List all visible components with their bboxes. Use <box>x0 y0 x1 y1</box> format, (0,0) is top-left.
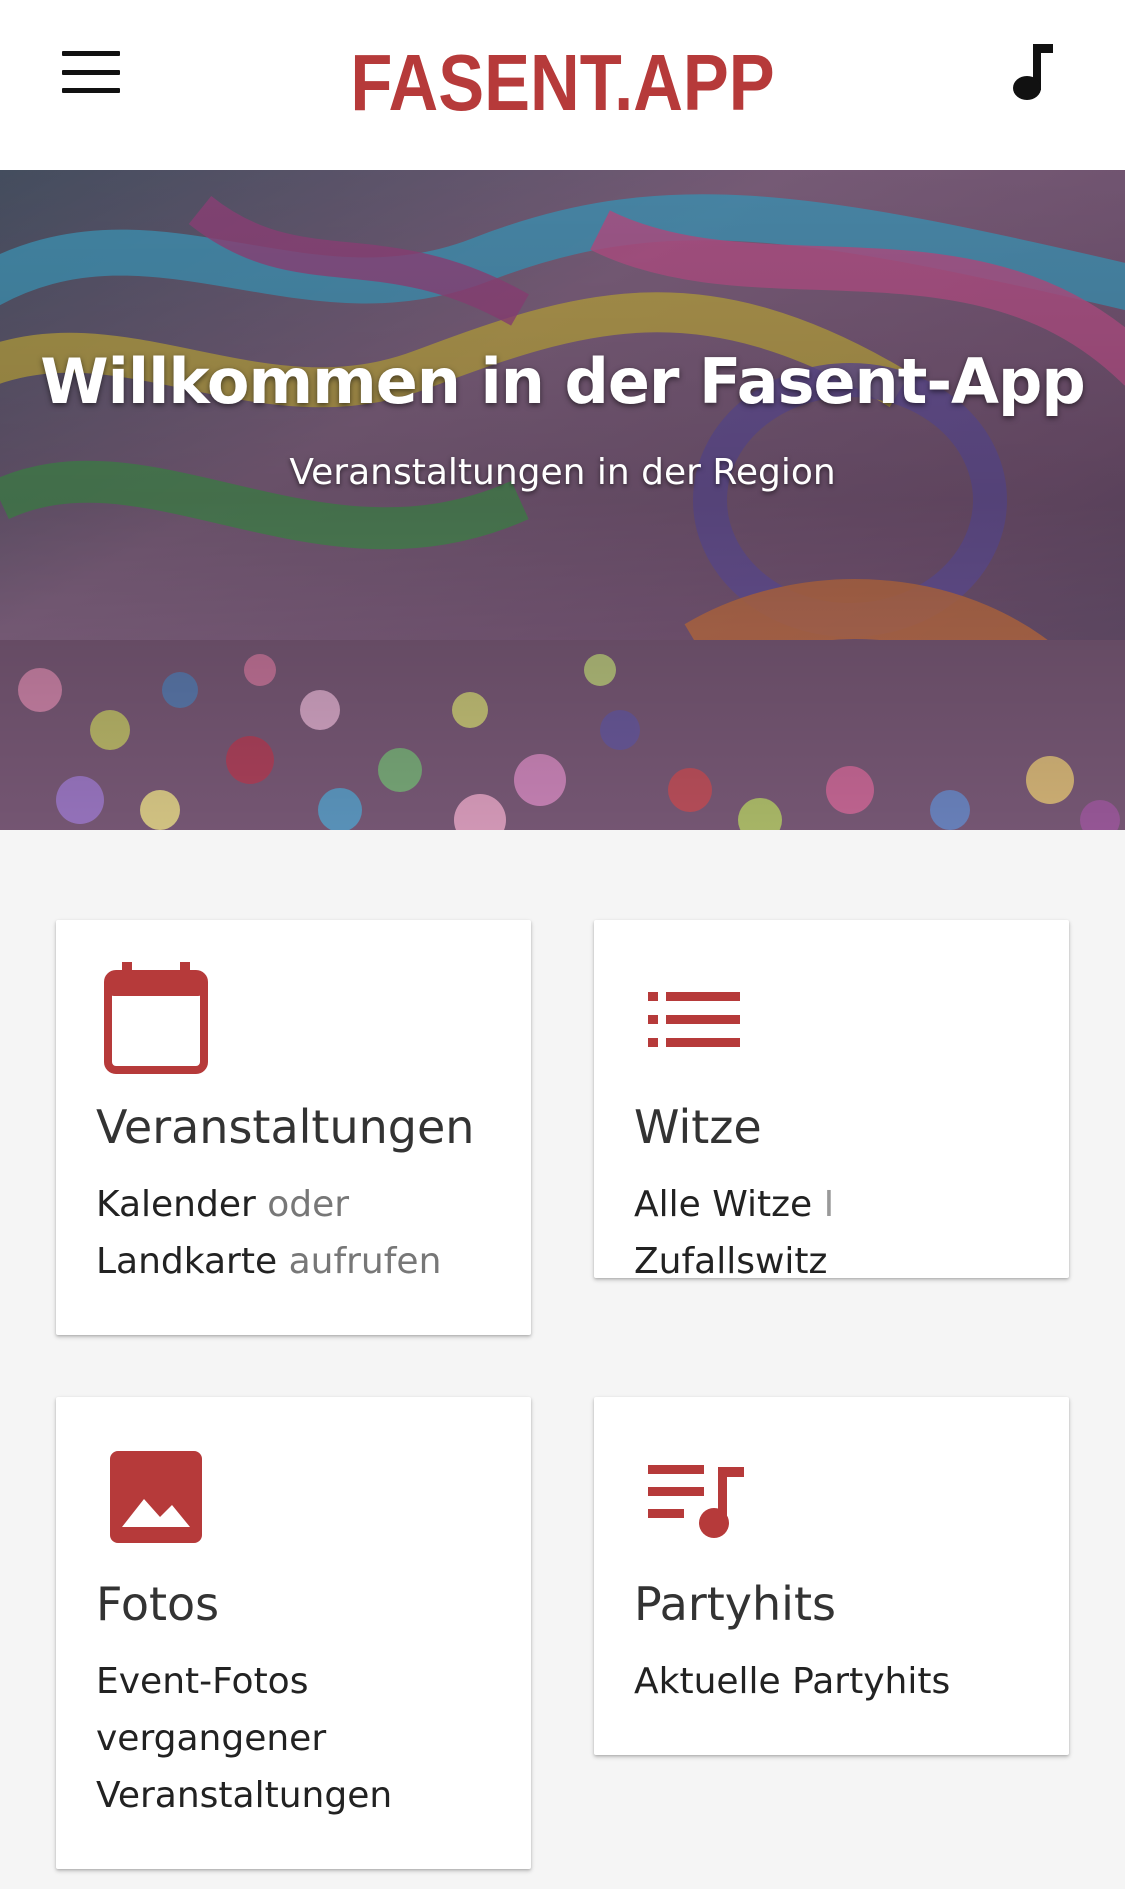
hero-subtitle: Veranstaltungen in der Region <box>289 452 836 493</box>
kalender-link[interactable]: Kalender <box>96 1184 256 1225</box>
card-text: Alle Witze I Zufallswitz <box>634 1176 1039 1290</box>
app-logo[interactable]: FASENT.APP <box>350 38 774 128</box>
music-note-icon[interactable] <box>1000 38 1066 104</box>
card-text: Event-Fotos vergangener Veranstaltungen <box>96 1661 393 1816</box>
card-text: Kalender oder Landkarte aufrufen <box>96 1176 501 1290</box>
card-text: Aktuelle Partyhits <box>634 1661 951 1702</box>
zufallswitz-link[interactable]: Zufallswitz <box>634 1241 827 1282</box>
card-title: Witze <box>634 1100 762 1154</box>
hero-title: Willkommen in der Fasent-App <box>40 345 1086 418</box>
calendar-icon <box>104 962 208 1079</box>
card-veranstaltungen[interactable]: Veranstaltungen Kalender oder Landkarte … <box>56 920 531 1335</box>
hero-background-image <box>0 170 1125 830</box>
separator: I <box>823 1184 835 1225</box>
card-title: Partyhits <box>634 1577 836 1631</box>
card-partyhits[interactable]: Partyhits Aktuelle Partyhits <box>594 1397 1069 1755</box>
playlist-music-icon <box>648 1465 748 1544</box>
hero-banner: Willkommen in der Fasent-App Veranstaltu… <box>0 170 1125 830</box>
card-title: Fotos <box>96 1577 220 1631</box>
card-witze[interactable]: Witze Alle Witze I Zufallswitz <box>594 920 1069 1282</box>
card-fotos[interactable]: Fotos Event-Fotos vergangener Veranstalt… <box>56 1397 531 1869</box>
alle-witze-link[interactable]: Alle Witze <box>634 1184 812 1225</box>
hamburger-menu-icon[interactable] <box>54 44 128 100</box>
suffix-text: aufrufen <box>288 1241 442 1282</box>
landkarte-link[interactable]: Landkarte <box>96 1241 277 1282</box>
joiner-text: oder <box>267 1184 350 1225</box>
list-icon <box>648 992 744 1053</box>
card-title: Veranstaltungen <box>96 1100 475 1154</box>
image-icon <box>110 1451 202 1548</box>
app-bar: FASENT.APP <box>0 0 1125 170</box>
